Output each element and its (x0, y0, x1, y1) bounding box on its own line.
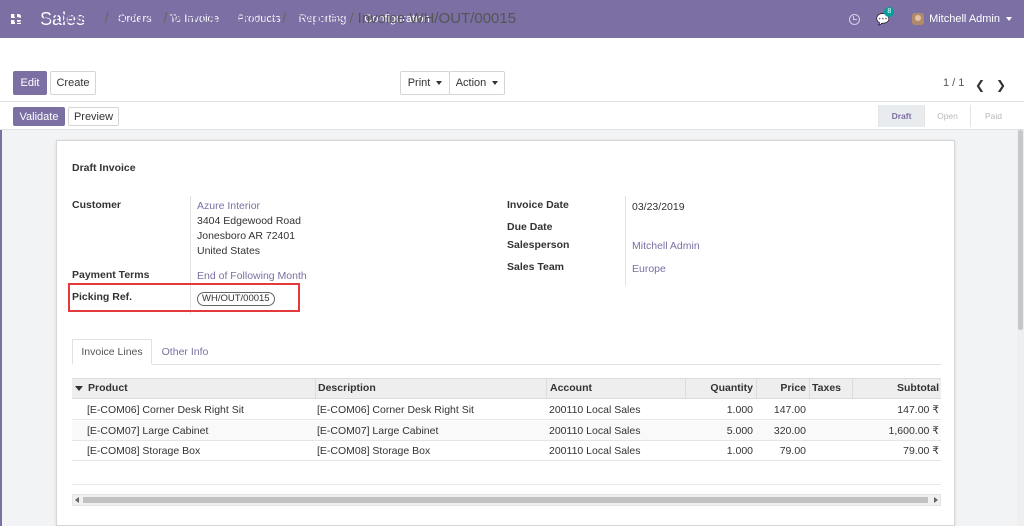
salesperson-label: Salesperson (507, 239, 570, 251)
column-product[interactable]: Product (88, 382, 128, 394)
payment-terms-label: Payment Terms (72, 269, 150, 281)
field-divider (625, 196, 626, 286)
scrollbar-thumb[interactable] (83, 497, 928, 503)
create-button[interactable]: Create (50, 71, 96, 95)
stage-draft[interactable]: Draft (878, 105, 924, 127)
invoice-state-title: Draft Invoice (72, 162, 136, 174)
left-edge (0, 130, 2, 526)
preview-button[interactable]: Preview (68, 107, 119, 126)
column-divider (546, 379, 547, 398)
activity-clock-icon[interactable] (849, 13, 861, 25)
column-price[interactable]: Price (757, 382, 806, 394)
cell-description: [E-COM07] Large Cabinet (317, 425, 439, 437)
scroll-right-icon[interactable] (934, 497, 938, 503)
column-taxes[interactable]: Taxes (812, 382, 841, 394)
chat-count-badge: 8 (884, 6, 895, 17)
chevron-down-icon[interactable] (1006, 17, 1012, 21)
cell-description: [E-COM08] Storage Box (317, 445, 431, 457)
tab-other-info[interactable]: Other Info (154, 339, 216, 365)
stage-paid[interactable]: Paid (970, 105, 1016, 127)
edit-button[interactable]: Edit (13, 71, 47, 95)
cell-description: [E-COM06] Corner Desk Right Sit (317, 404, 474, 416)
cell-account: 200110 Local Sales (549, 404, 641, 416)
breadcrumb-picking[interactable]: WH/OUT/00015 (172, 10, 279, 27)
stage-open[interactable]: Open (924, 105, 970, 127)
table-row[interactable]: [E-COM08] Storage Box [E-COM08] Storage … (72, 441, 941, 461)
column-quantity[interactable]: Quantity (686, 382, 753, 394)
breadcrumb-so025[interactable]: SO025 (113, 10, 160, 27)
avatar[interactable] (912, 13, 925, 25)
column-divider (315, 379, 316, 398)
column-description[interactable]: Description (318, 382, 376, 394)
user-menu-name[interactable]: Mitchell Admin (929, 13, 1000, 25)
picking-ref-label: Picking Ref. (72, 291, 133, 303)
sales-team-label: Sales Team (507, 261, 565, 273)
table-footer-divider (72, 484, 941, 485)
picking-ref-tag[interactable]: WH/OUT/00015 (197, 292, 275, 306)
chevron-right-icon[interactable]: ❯ (996, 78, 1006, 92)
table-header: Product Description Account Quantity Pri… (72, 378, 941, 399)
tab-invoice-lines[interactable]: Invoice Lines (72, 339, 152, 365)
chevron-down-icon (492, 81, 499, 85)
column-divider (809, 379, 810, 398)
table-row[interactable]: [E-COM06] Corner Desk Right Sit [E-COM06… (72, 400, 941, 420)
cell-price: 79.00 (779, 445, 806, 457)
cell-product: [E-COM08] Storage Box (87, 445, 201, 457)
cell-product: [E-COM06] Corner Desk Right Sit (87, 404, 244, 416)
sales-team-link[interactable]: Europe (632, 263, 666, 275)
cell-price: 147.00 (773, 404, 806, 416)
payment-terms-link[interactable]: End of Following Month (197, 270, 307, 282)
breadcrumb: Sales Orders / SO025/WH/OUT/00015/Invoices… (13, 10, 517, 27)
status-bar: Draft Open Paid (0, 102, 1024, 130)
cell-account: 200110 Local Sales (549, 425, 641, 437)
salesperson-link[interactable]: Mitchell Admin (632, 240, 700, 252)
action-button-label: Action (455, 77, 487, 89)
breadcrumb-current: Invoice WH/OUT/00015 (357, 10, 517, 27)
cell-quantity: 1.000 (726, 445, 753, 457)
chevron-left-icon[interactable]: ❮ (975, 78, 985, 92)
notebook-tabs: Invoice Lines Other Info (72, 339, 941, 365)
breadcrumb-sales-orders[interactable]: Sales Orders (13, 10, 101, 27)
scrollbar-thumb[interactable] (1018, 130, 1023, 330)
print-button[interactable]: Print (400, 71, 450, 95)
customer-link[interactable]: Azure Interior (197, 200, 260, 212)
cell-subtotal: 79.00 ₹ (903, 445, 939, 457)
print-button-label: Print (407, 77, 431, 89)
scroll-left-icon[interactable] (75, 497, 79, 503)
validate-button[interactable]: Validate (13, 107, 65, 126)
column-account[interactable]: Account (550, 382, 592, 394)
cell-account: 200110 Local Sales (549, 445, 641, 457)
customer-address-line1: 3404 Edgewood Road (197, 215, 301, 227)
customer-address-line2: Jonesboro AR 72401 (197, 230, 296, 242)
vertical-scrollbar[interactable] (1017, 130, 1024, 526)
column-subtotal[interactable]: Subtotal (853, 382, 939, 394)
cell-price: 320.00 (773, 425, 806, 437)
action-button[interactable]: Action (449, 71, 505, 95)
horizontal-scrollbar[interactable] (72, 494, 941, 506)
customer-address-line3: United States (197, 245, 261, 257)
cell-quantity: 5.000 (726, 425, 753, 437)
cell-quantity: 1.000 (726, 404, 753, 416)
stage-pipeline: Draft Open Paid (878, 105, 1016, 127)
invoice-date-value: 03/23/2019 (632, 201, 685, 213)
cell-subtotal: 1,600.00 ₹ (888, 425, 939, 437)
messaging-menu[interactable]: 💬 8 (876, 6, 895, 26)
invoice-date-label: Invoice Date (507, 199, 569, 211)
cell-product: [E-COM07] Large Cabinet (87, 425, 209, 437)
pager-value[interactable]: 1 / 1 (943, 77, 964, 89)
sort-caret-icon[interactable] (75, 386, 83, 391)
chevron-down-icon (436, 81, 443, 85)
control-panel (0, 38, 1024, 102)
table-row[interactable]: [E-COM07] Large Cabinet [E-COM07] Large … (72, 421, 941, 441)
breadcrumb-invoices[interactable]: Invoices (290, 10, 345, 27)
cell-subtotal: 147.00 ₹ (897, 404, 939, 416)
customer-label: Customer (72, 199, 122, 211)
due-date-label: Due Date (507, 221, 553, 233)
